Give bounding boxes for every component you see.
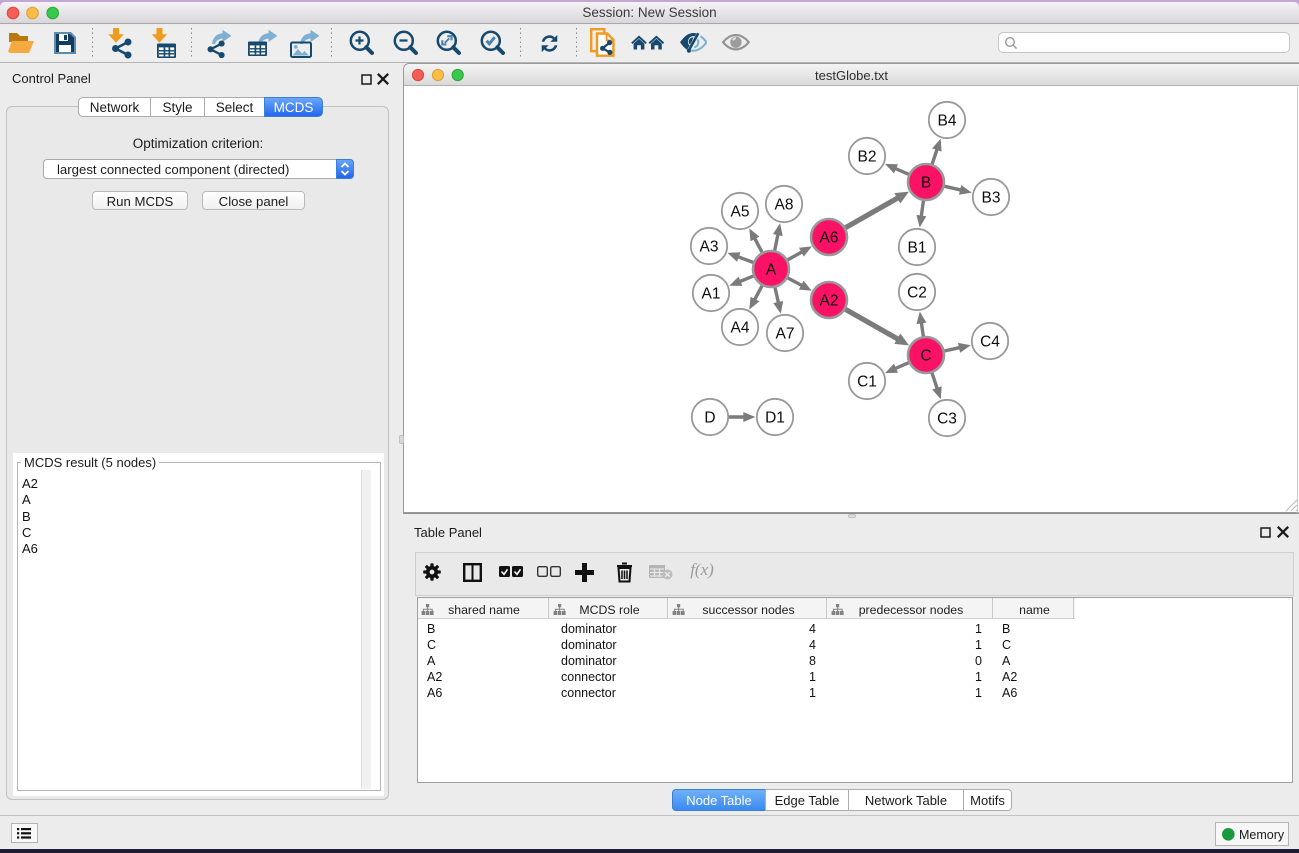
svg-text:A6: A6: [820, 229, 839, 246]
svg-text:B2: B2: [858, 148, 877, 165]
svg-text:B: B: [921, 174, 931, 191]
svg-text:A8: A8: [775, 196, 794, 213]
svg-text:C2: C2: [907, 284, 927, 301]
svg-text:A1: A1: [702, 285, 721, 302]
svg-text:A3: A3: [700, 238, 719, 255]
svg-text:A: A: [766, 261, 777, 278]
svg-text:A4: A4: [731, 319, 750, 336]
svg-text:A5: A5: [731, 203, 750, 220]
svg-text:C3: C3: [937, 410, 957, 427]
svg-text:D: D: [704, 409, 715, 426]
svg-text:C: C: [920, 347, 931, 364]
svg-text:C4: C4: [980, 333, 1000, 350]
svg-text:C1: C1: [857, 373, 877, 390]
svg-text:D1: D1: [765, 409, 785, 426]
svg-text:B1: B1: [908, 239, 927, 256]
svg-text:B3: B3: [982, 189, 1001, 206]
svg-text:B4: B4: [938, 112, 957, 129]
svg-text:A7: A7: [776, 325, 795, 342]
svg-text:A2: A2: [820, 292, 839, 309]
